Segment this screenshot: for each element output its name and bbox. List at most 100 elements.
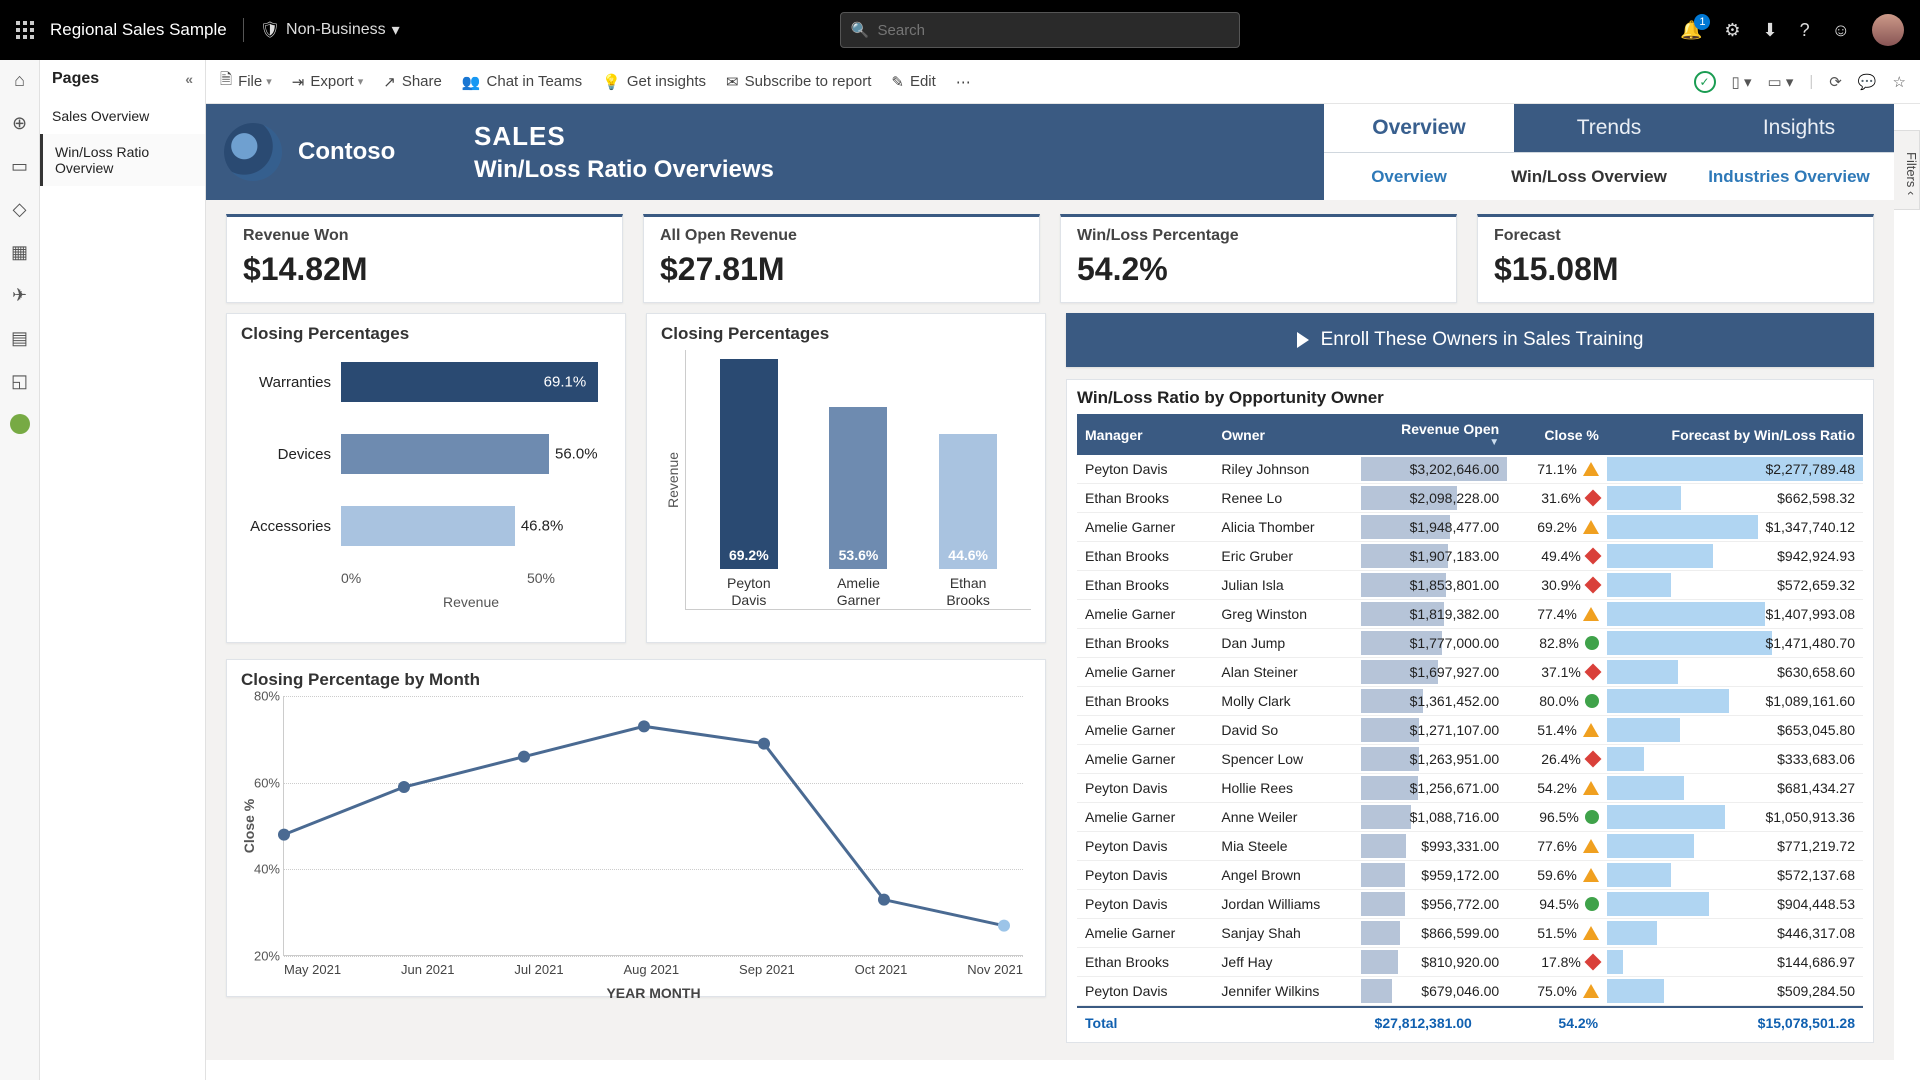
column-header[interactable]: Owner	[1213, 414, 1360, 455]
divider	[243, 18, 244, 42]
avatar[interactable]	[1872, 14, 1904, 46]
table-row[interactable]: Amelie Garner Sanjay Shah $866,599.00 51…	[1077, 919, 1863, 948]
nav-tab[interactable]: Overview	[1324, 104, 1514, 152]
view-icon[interactable]: ▭ ▾	[1768, 73, 1794, 91]
kpi-card[interactable]: All Open Revenue$27.81M	[643, 214, 1040, 303]
win-loss-table[interactable]: ManagerOwnerRevenue Open▼Close %Forecast…	[1077, 414, 1863, 1006]
cell-manager: Amelie Garner	[1077, 716, 1213, 745]
table-row[interactable]: Ethan Brooks Eric Gruber $1,907,183.00 4…	[1077, 542, 1863, 571]
share-icon: ↗	[383, 73, 396, 91]
data-point[interactable]	[878, 894, 890, 906]
download-icon[interactable]: ⬇	[1763, 20, 1778, 41]
data-point[interactable]	[278, 829, 290, 841]
page-item[interactable]: Win/Loss Ratio Overview	[40, 134, 205, 186]
cell-manager: Amelie Garner	[1077, 919, 1213, 948]
kpi-card[interactable]: Revenue Won$14.82M	[226, 214, 623, 303]
subnav-tab[interactable]: Win/Loss Overview	[1494, 152, 1684, 200]
get-insights-button[interactable]: 💡Get insights	[602, 73, 706, 91]
edit-button[interactable]: ✎Edit	[891, 73, 935, 91]
settings-icon[interactable]: ⚙	[1724, 20, 1740, 41]
bar[interactable]: 69.2%	[720, 359, 778, 569]
more-menu[interactable]: ⋯	[956, 73, 971, 91]
table-row[interactable]: Peyton Davis Angel Brown $959,172.00 59.…	[1077, 861, 1863, 890]
bookmark-icon[interactable]: ▯ ▾	[1732, 73, 1752, 91]
enroll-training-button[interactable]: Enroll These Owners in Sales Training	[1066, 313, 1874, 367]
column-header[interactable]: Manager	[1077, 414, 1213, 455]
collapse-pages-icon[interactable]: «	[185, 71, 193, 87]
table-row[interactable]: Ethan Brooks Molly Clark $1,361,452.00 8…	[1077, 687, 1863, 716]
table-row[interactable]: Amelie Garner David So $1,271,107.00 51.…	[1077, 716, 1863, 745]
data-point[interactable]	[998, 920, 1010, 932]
line-series[interactable]	[284, 696, 1004, 956]
kpi-card[interactable]: Forecast$15.08M	[1477, 214, 1874, 303]
file-menu[interactable]: 🗎File▾	[220, 69, 272, 94]
comment-icon[interactable]: 💬	[1858, 73, 1877, 91]
apps-icon[interactable]: ▦	[11, 242, 28, 263]
data-point[interactable]	[758, 738, 770, 750]
bar[interactable]: 44.6%	[939, 434, 997, 569]
nav-tab[interactable]: Trends	[1514, 104, 1704, 152]
search-input[interactable]: 🔍	[840, 12, 1240, 48]
favorite-icon[interactable]: ☆	[1893, 73, 1906, 91]
subnav-tab[interactable]: Industries Overview	[1684, 152, 1894, 200]
table-row[interactable]: Peyton Davis Riley Johnson $3,202,646.00…	[1077, 455, 1863, 484]
table-row[interactable]: Peyton Davis Hollie Rees $1,256,671.00 5…	[1077, 774, 1863, 803]
filters-pane-toggle[interactable]: Filters ‹	[1894, 130, 1920, 210]
win-loss-table-card[interactable]: Win/Loss Ratio by Opportunity Owner Mana…	[1066, 379, 1874, 1043]
feedback-icon[interactable]: ☺	[1832, 20, 1850, 41]
bar[interactable]	[341, 506, 515, 546]
share-button[interactable]: ↗Share	[383, 73, 442, 91]
cell-owner: Riley Johnson	[1213, 455, 1360, 484]
cell-forecast: $572,137.68	[1607, 861, 1863, 890]
bar[interactable]: 53.6%	[829, 407, 887, 570]
table-row[interactable]: Peyton Davis Mia Steele $993,331.00 77.6…	[1077, 832, 1863, 861]
workspaces-icon[interactable]: ◱	[11, 371, 28, 392]
table-row[interactable]: Amelie Garner Alan Steiner $1,697,927.00…	[1077, 658, 1863, 687]
monitor-icon[interactable]: ▤	[11, 328, 28, 349]
kpi-card[interactable]: Win/Loss Percentage54.2%	[1060, 214, 1457, 303]
export-menu[interactable]: ⇥Export▾	[292, 73, 363, 91]
closing-pct-by-manager-chart[interactable]: Closing Percentages Revenue69.2% PeytonD…	[646, 313, 1046, 643]
home-icon[interactable]: ⌂	[14, 70, 25, 91]
browse-icon[interactable]: ▭	[11, 156, 28, 177]
cell-close: 30.9%	[1507, 571, 1607, 600]
table-row[interactable]: Ethan Brooks Renee Lo $2,098,228.00 31.6…	[1077, 484, 1863, 513]
x-tick: Jun 2021	[401, 962, 455, 977]
column-header[interactable]: Forecast by Win/Loss Ratio	[1607, 414, 1863, 455]
data-point[interactable]	[638, 720, 650, 732]
column-header[interactable]: Close %	[1507, 414, 1607, 455]
column-header[interactable]: Revenue Open▼	[1361, 414, 1507, 455]
subscribe-button[interactable]: ✉Subscribe to report	[726, 73, 871, 91]
table-row[interactable]: Amelie Garner Spencer Low $1,263,951.00 …	[1077, 745, 1863, 774]
data-point[interactable]	[398, 781, 410, 793]
refresh-icon[interactable]: ⟳	[1829, 73, 1842, 91]
onelake-icon[interactable]: ◇	[13, 199, 27, 220]
closing-pct-by-month-chart[interactable]: Closing Percentage by Month Close % 20%4…	[226, 659, 1046, 997]
search-field[interactable]	[878, 22, 1229, 39]
sensitivity-label[interactable]: 🛡 Non-Business ▾	[260, 20, 400, 40]
table-row[interactable]: Ethan Brooks Jeff Hay $810,920.00 17.8% …	[1077, 948, 1863, 977]
chat-teams-button[interactable]: 👥Chat in Teams	[462, 73, 582, 91]
notifications-icon[interactable]: 🔔1	[1680, 20, 1702, 41]
sensitivity-text: Non-Business	[286, 21, 386, 39]
table-row[interactable]: Ethan Brooks Julian Isla $1,853,801.00 3…	[1077, 571, 1863, 600]
subnav-tab[interactable]: Overview	[1324, 152, 1494, 200]
data-point[interactable]	[518, 751, 530, 763]
sync-status-icon[interactable]: ✓	[1694, 71, 1716, 93]
create-icon[interactable]: ⊕	[12, 113, 27, 134]
table-row[interactable]: Amelie Garner Alicia Thomber $1,948,477.…	[1077, 513, 1863, 542]
app-launcher-icon[interactable]	[16, 21, 34, 39]
page-item[interactable]: Sales Overview	[40, 98, 205, 134]
help-icon[interactable]: ?	[1800, 20, 1810, 41]
metrics-icon[interactable]: ✈	[12, 285, 27, 306]
table-row[interactable]: Amelie Garner Greg Winston $1,819,382.00…	[1077, 600, 1863, 629]
total-forecast: $15,078,501.28	[1606, 1007, 1863, 1038]
table-row[interactable]: Peyton Davis Jordan Williams $956,772.00…	[1077, 890, 1863, 919]
bar[interactable]	[341, 434, 549, 474]
table-row[interactable]: Peyton Davis Jennifer Wilkins $679,046.0…	[1077, 977, 1863, 1006]
table-row[interactable]: Ethan Brooks Dan Jump $1,777,000.00 82.8…	[1077, 629, 1863, 658]
table-row[interactable]: Amelie Garner Anne Weiler $1,088,716.00 …	[1077, 803, 1863, 832]
closing-pct-by-category-chart[interactable]: Closing Percentages Warranties 69.1%Devi…	[226, 313, 626, 643]
nav-tab[interactable]: Insights	[1704, 104, 1894, 152]
workspace-avatar-icon[interactable]	[10, 414, 30, 434]
